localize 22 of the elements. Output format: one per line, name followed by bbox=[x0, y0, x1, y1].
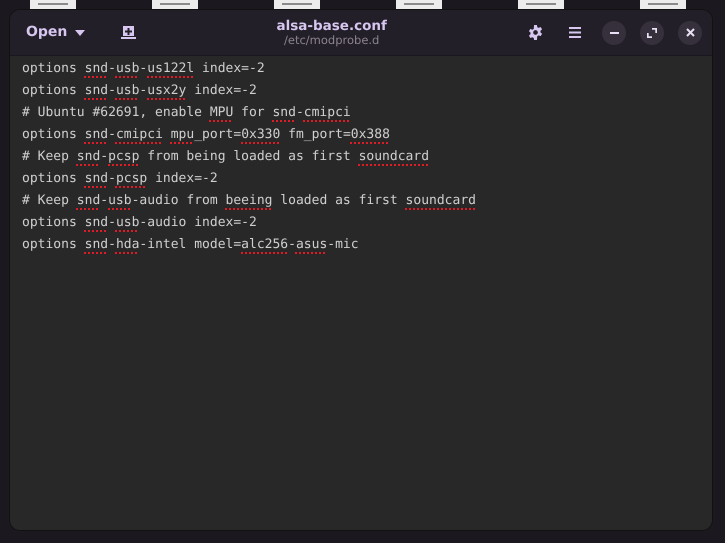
close-icon bbox=[686, 28, 694, 37]
menu-icon bbox=[569, 27, 581, 38]
maximize-button[interactable] bbox=[640, 20, 664, 44]
code-line: options snd-usb-us122l index=-2 bbox=[22, 60, 265, 78]
code-line: options snd-pcsp index=-2 bbox=[22, 170, 218, 188]
maximize-icon bbox=[647, 28, 657, 38]
minimize-button[interactable] bbox=[602, 20, 626, 44]
new-document-icon bbox=[120, 26, 136, 39]
window-subtitle: /etc/modprobe.d bbox=[283, 34, 380, 46]
close-button[interactable] bbox=[678, 20, 702, 44]
code-line: # Keep snd-pcsp from being loaded as first soundcard bbox=[22, 148, 430, 166]
open-button[interactable]: Open bbox=[20, 18, 92, 47]
settings-icon bbox=[528, 25, 542, 40]
code-line: # Ubuntu #62691, enable MPU for snd-cmipci bbox=[22, 104, 351, 122]
code-line: options snd-usb-usx2y index=-2 bbox=[22, 82, 257, 100]
code-line: # Keep snd-usb-audio from beeing loaded as first soundcard bbox=[22, 192, 476, 210]
window-title: alsa-base.conf bbox=[276, 18, 388, 34]
caret-icon bbox=[75, 30, 86, 36]
code-line: options snd-cmipci mpu_port=0x330 fm_port=0x388 bbox=[22, 126, 390, 144]
code-line: options snd-usb-audio index=-2 bbox=[22, 214, 257, 232]
minimize-icon bbox=[610, 32, 618, 34]
code-line: options snd-hda-intel model=alc256-asus-mic bbox=[22, 236, 359, 254]
